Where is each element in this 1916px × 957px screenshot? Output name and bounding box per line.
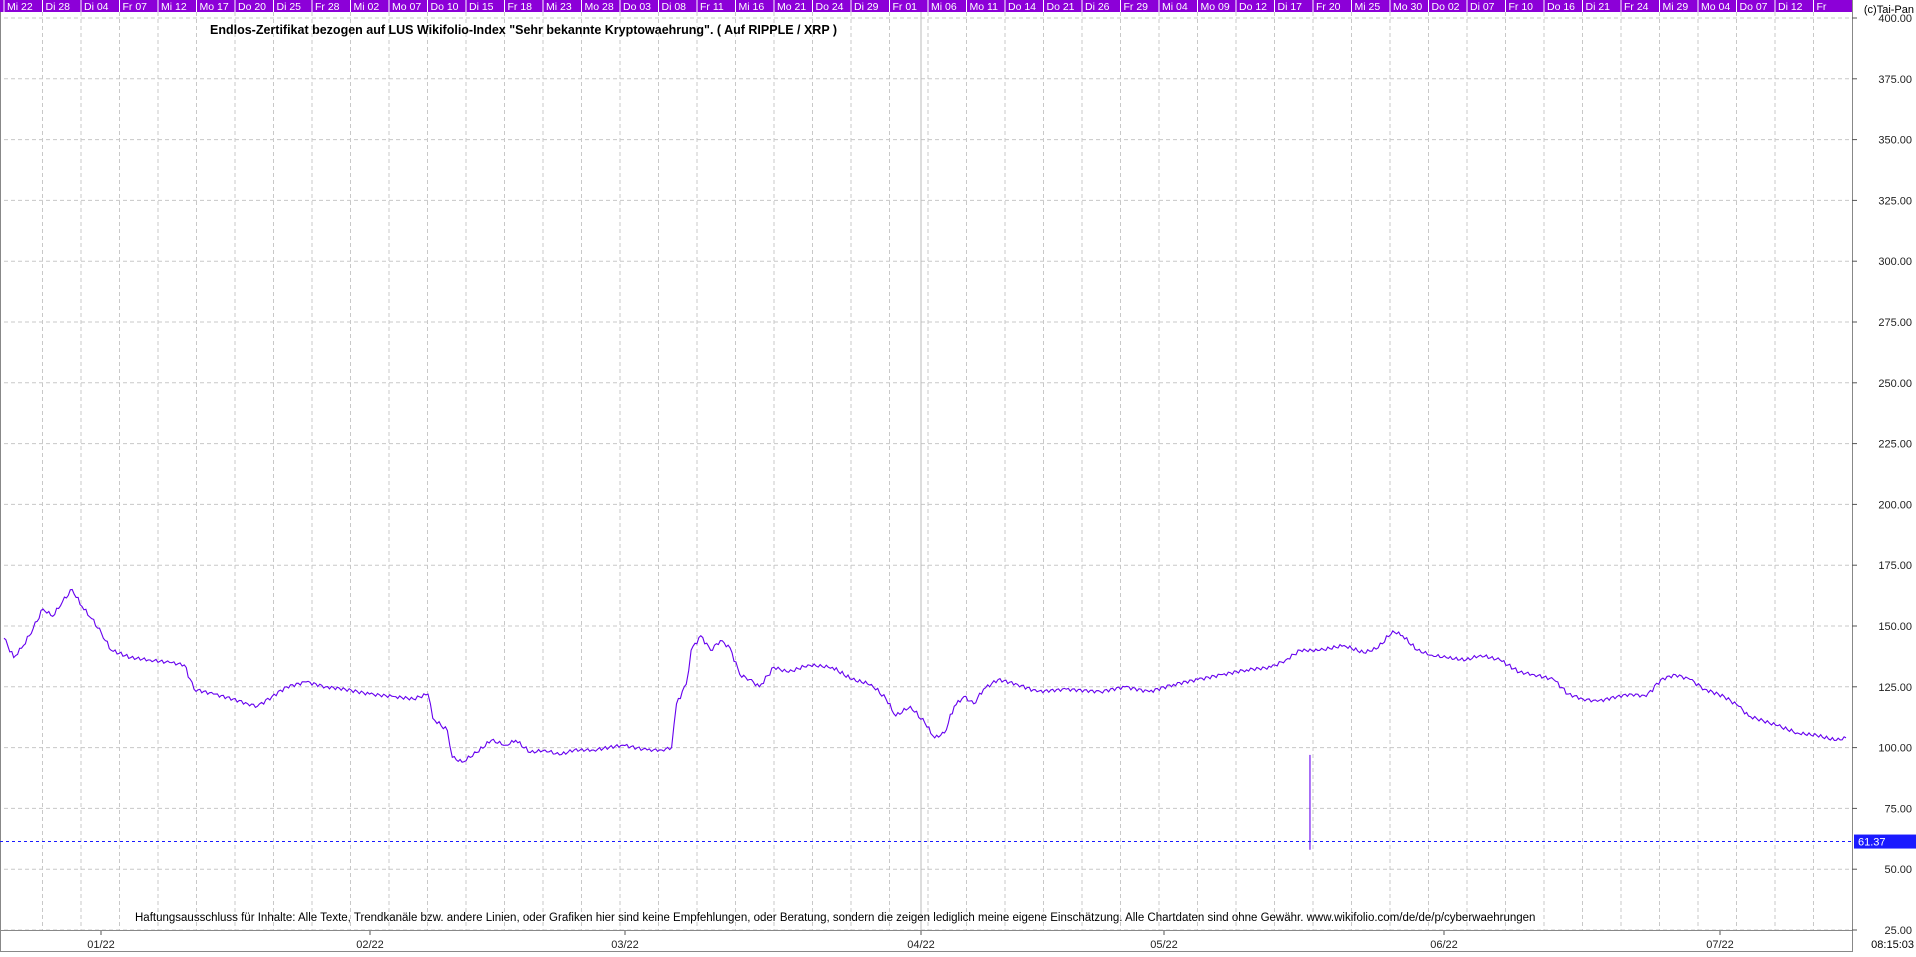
day-label: Fr 20 [1316, 1, 1341, 13]
chart-footnote: Haftungsausschluss für Inhalte: Alle Tex… [135, 912, 1535, 924]
day-label: Di 15 [469, 1, 494, 13]
day-label: Mo 04 [1701, 1, 1730, 13]
x-month-label: 05/22 [1150, 939, 1178, 951]
day-label: Fr 11 [700, 1, 724, 13]
day-label: Do 03 [623, 1, 651, 13]
day-label: Di 07 [1470, 1, 1495, 13]
day-label: Mi 12 [161, 1, 187, 13]
day-label: Di 17 [1278, 1, 1303, 13]
day-label: Mi 25 [1355, 1, 1381, 13]
day-label: Do 02 [1432, 1, 1460, 13]
day-label: Di 29 [854, 1, 879, 13]
y-tick-label: 300.00 [1878, 256, 1912, 268]
day-label: Do 10 [431, 1, 459, 13]
day-label: Do 16 [1547, 1, 1575, 13]
day-label: Do 12 [1239, 1, 1267, 13]
day-label: Fr 18 [508, 1, 533, 13]
price-line [3, 588, 1847, 763]
day-label: Mo 09 [1201, 1, 1230, 13]
day-label: Fr 28 [315, 1, 340, 13]
day-label: Mo 17 [200, 1, 229, 13]
day-label: Di 12 [1778, 1, 1803, 13]
day-label: Di 28 [46, 1, 71, 13]
day-label: Fr [1817, 1, 1827, 13]
day-label: Di 25 [277, 1, 302, 13]
day-label: Di 26 [1085, 1, 1110, 13]
chart-title: Endlos-Zertifikat bezogen auf LUS Wikifo… [210, 23, 837, 37]
day-label: Fr 07 [123, 1, 148, 13]
y-tick-label: 125.00 [1878, 682, 1912, 694]
day-label: Di 08 [662, 1, 687, 13]
copyright-label: (c)Tai-Pan [1864, 4, 1914, 16]
x-month-label: 02/22 [356, 939, 384, 951]
day-label: Mi 16 [739, 1, 765, 13]
day-label: Mo 11 [970, 1, 999, 13]
y-tick-label: 50.00 [1884, 864, 1912, 876]
day-label: Mo 21 [777, 1, 806, 13]
x-month-label: 01/22 [87, 939, 115, 951]
chart-svg: 400.00375.00350.00325.00300.00275.00250.… [0, 0, 1916, 952]
y-tick-label: 175.00 [1878, 560, 1912, 572]
y-tick-label: 150.00 [1878, 621, 1912, 633]
day-label: Do 14 [1008, 1, 1036, 13]
y-tick-label: 275.00 [1878, 317, 1912, 329]
y-tick-label: 350.00 [1878, 135, 1912, 147]
day-label: Mi 02 [354, 1, 380, 13]
day-label: Mo 07 [392, 1, 421, 13]
day-label: Mo 30 [1393, 1, 1422, 13]
day-label: Mi 06 [931, 1, 957, 13]
day-label: Mi 23 [546, 1, 572, 13]
day-label: Di 04 [84, 1, 109, 13]
day-label: Fr 29 [1124, 1, 1149, 13]
chart: 400.00 375.00 350.00 325.00 300.00 275.00 250.… [0, 0, 1916, 952]
day-label: Do 21 [1047, 1, 1075, 13]
day-label: Do 20 [238, 1, 266, 13]
x-month-label: 04/22 [907, 939, 935, 951]
day-label: Fr 01 [893, 1, 918, 13]
y-tick-label: 250.00 [1878, 378, 1912, 390]
x-month-label: 06/22 [1430, 939, 1458, 951]
x-month-label: 07/22 [1706, 939, 1734, 951]
last-value-label: 61.37 [1858, 837, 1886, 849]
y-tick-label: 200.00 [1878, 499, 1912, 511]
clock-label: 08:15:03 [1871, 939, 1914, 951]
y-tick-label: 225.00 [1878, 439, 1912, 451]
y-tick-label: 25.00 [1884, 925, 1912, 937]
y-tick-label: 100.00 [1878, 743, 1912, 755]
day-label: Mi 29 [1663, 1, 1689, 13]
day-label: Fr 24 [1624, 1, 1649, 13]
day-label: Mo 28 [585, 1, 614, 13]
x-month-label: 03/22 [611, 939, 639, 951]
day-label: Di 21 [1586, 1, 1611, 13]
day-label: Mi 04 [1162, 1, 1188, 13]
y-tick-label: 75.00 [1884, 803, 1912, 815]
day-label: Do 07 [1740, 1, 1768, 13]
day-label: Fr 10 [1509, 1, 1534, 13]
y-tick-label: 325.00 [1878, 195, 1912, 207]
y-tick-label: 375.00 [1878, 74, 1912, 86]
day-label: Do 24 [816, 1, 844, 13]
day-label: Mi 22 [7, 1, 33, 13]
